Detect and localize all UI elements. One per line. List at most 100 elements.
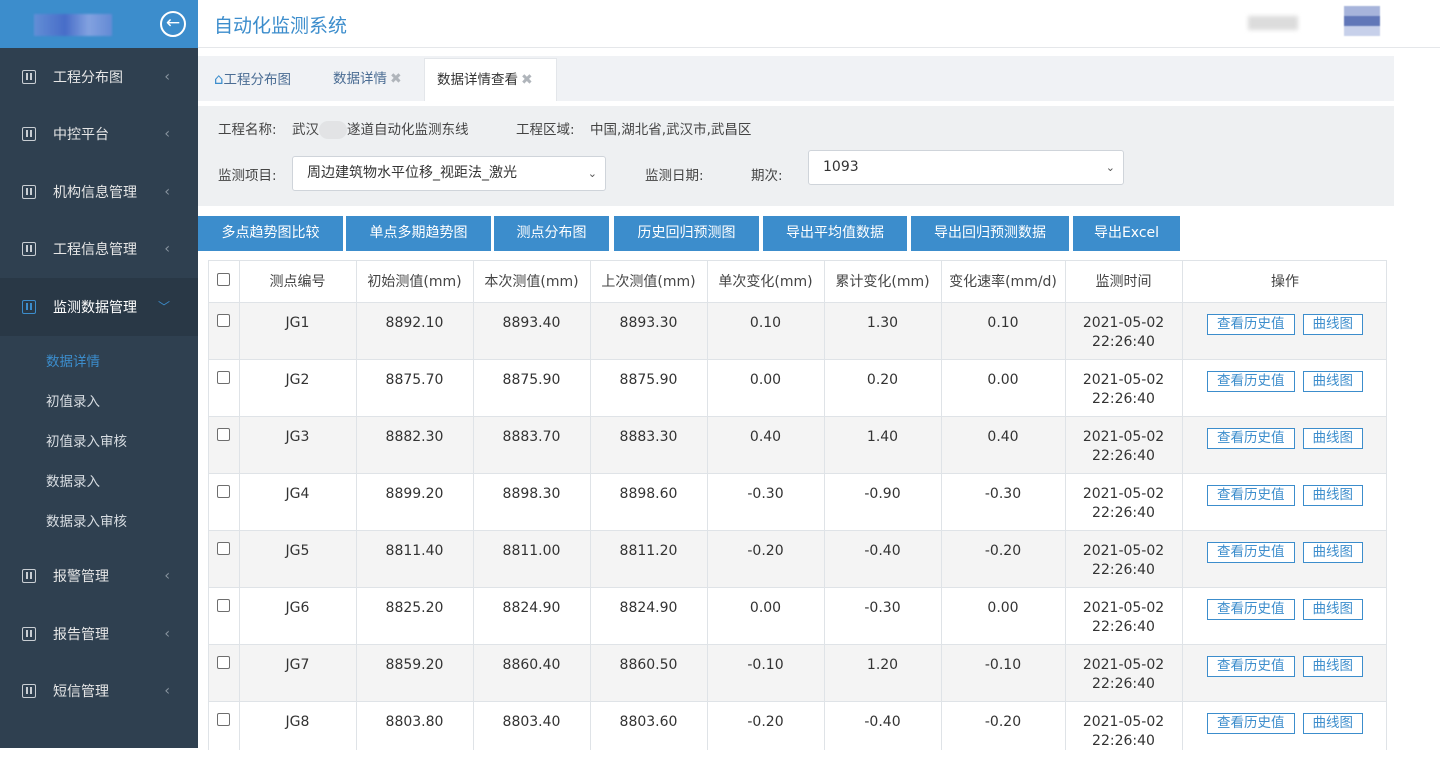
curve-chart-button[interactable]: 曲线图 (1302, 598, 1363, 620)
sidebar-item[interactable]: 监测数据管理 ﹀ (0, 278, 198, 336)
monitor-clock: 22:26:40 (1092, 390, 1155, 407)
select-all-checkbox[interactable] (217, 272, 231, 286)
grid-icon (22, 242, 36, 257)
tab-label: 数据详情查看 (437, 72, 518, 88)
row-checkbox[interactable] (217, 655, 231, 669)
monitor-item-select[interactable]: 周边建筑物水平位移_视距法_激光 ⌄ (292, 156, 606, 191)
cell-previous: 8811.20 (590, 530, 708, 588)
curve-chart-button[interactable]: 曲线图 (1302, 427, 1363, 449)
row-checkbox[interactable] (217, 598, 231, 612)
period-select[interactable]: 1093 ⌄ (808, 150, 1124, 185)
view-history-button[interactable]: 查看历史值 (1207, 427, 1295, 449)
sidebar-item[interactable]: 短信管理 ‹ (0, 663, 198, 721)
export-regression-button[interactable]: 导出回归预测数据 (911, 216, 1069, 251)
table-row: JG7 8859.20 8860.40 8860.50 -0.10 1.20 -0.10 20… (209, 644, 1386, 702)
cell-current: 8875.90 (473, 359, 591, 417)
view-history-button[interactable]: 查看历史值 (1207, 541, 1295, 563)
cell-previous: 8893.30 (590, 302, 708, 360)
submenu-item[interactable]: 数据详情 (0, 341, 198, 382)
view-history-button[interactable]: 查看历史值 (1207, 655, 1295, 677)
row-checkbox[interactable] (217, 313, 231, 327)
row-checkbox[interactable] (217, 484, 231, 498)
tab-project-map[interactable]: ⌂工程分布图 (202, 58, 303, 101)
view-history-button[interactable]: 查看历史值 (1207, 712, 1295, 734)
chevron-down-icon: ⌄ (1105, 161, 1115, 174)
view-history-button[interactable]: 查看历史值 (1207, 484, 1295, 506)
column-header: 操作 (1182, 261, 1386, 303)
close-icon[interactable]: ✖ (521, 72, 533, 88)
user-name (1248, 16, 1298, 30)
grid-icon (22, 69, 36, 84)
cell-current: 8898.30 (473, 473, 591, 531)
period-label: 期次: (751, 168, 783, 184)
point-distribution-button[interactable]: 测点分布图 (494, 216, 609, 251)
regression-prediction-button[interactable]: 历史回归预测图 (614, 216, 759, 251)
curve-chart-button[interactable]: 曲线图 (1302, 541, 1363, 563)
cell-id: JG1 (239, 302, 357, 360)
submenu-item[interactable]: 初值录入 (0, 381, 198, 422)
table-row: JG4 8899.20 8898.30 8898.60 -0.30 -0.90 -0.30 2… (209, 473, 1386, 531)
chevron-left-icon: ‹ (164, 241, 170, 258)
chevron-left-icon: ‹ (164, 183, 170, 200)
curve-chart-button[interactable]: 曲线图 (1302, 712, 1363, 734)
sidebar-item[interactable]: 中控平台 ‹ (0, 106, 198, 164)
curve-chart-button[interactable]: 曲线图 (1302, 313, 1363, 335)
cell-rate: -0.30 (941, 473, 1066, 531)
grid-icon (22, 684, 36, 699)
row-checkbox[interactable] (217, 712, 231, 726)
curve-chart-button[interactable]: 曲线图 (1302, 484, 1363, 506)
monitor-clock: 22:26:40 (1092, 447, 1155, 464)
cell-id: JG3 (239, 416, 357, 474)
top-bar: 自动化监测系统 (198, 0, 1440, 48)
monitor-clock: 22:26:40 (1092, 561, 1155, 578)
table-row: JG2 8875.70 8875.90 8875.90 0.00 0.20 0.00 2021… (209, 359, 1386, 417)
cell-single: -0.10 (707, 644, 825, 702)
cell-monitor-time: 2021-05-02 22:26:40 (1065, 530, 1183, 588)
view-history-button[interactable]: 查看历史值 (1207, 598, 1295, 620)
submenu-item[interactable]: 数据录入 (0, 461, 198, 502)
sidebar-item[interactable]: 报告管理 ‹ (0, 605, 198, 663)
cell-rate: -0.20 (941, 530, 1066, 588)
arrow-left-circle-icon[interactable]: ← (160, 11, 186, 37)
cell-initial: 8899.20 (356, 473, 474, 531)
monitor-date-label: 监测日期: (645, 168, 704, 184)
view-history-button[interactable]: 查看历史值 (1207, 370, 1295, 392)
sidebar-item[interactable]: 工程分布图 ‹ (0, 48, 198, 106)
cell-cumulative: 1.30 (824, 302, 942, 360)
project-name-label: 工程名称: (218, 122, 277, 138)
cell-rate: 0.00 (941, 359, 1066, 417)
close-icon[interactable]: ✖ (390, 71, 402, 87)
sidebar-item[interactable]: 报警管理 ‹ (0, 548, 198, 606)
chevron-left-icon: ‹ (164, 568, 170, 585)
sidebar-item[interactable]: 机构信息管理 ‹ (0, 163, 198, 221)
cell-id: JG2 (239, 359, 357, 417)
cell-operations: 查看历史值 曲线图 (1182, 644, 1386, 702)
curve-chart-button[interactable]: 曲线图 (1302, 655, 1363, 677)
avatar[interactable] (1344, 6, 1380, 36)
cell-rate: 0.00 (941, 587, 1066, 645)
row-checkbox[interactable] (217, 370, 231, 384)
tab-data-detail-view[interactable]: 数据详情查看 ✖ (424, 58, 557, 101)
multi-point-trend-button[interactable]: 多点趋势图比较 (198, 216, 343, 251)
row-checkbox[interactable] (217, 427, 231, 441)
cell-initial: 8882.30 (356, 416, 474, 474)
cell-cumulative: 0.20 (824, 359, 942, 417)
tab-bar: ⌂工程分布图 数据详情 ✖ 数据详情查看 ✖ (198, 56, 1394, 101)
view-history-button[interactable]: 查看历史值 (1207, 313, 1295, 335)
export-excel-button[interactable]: 导出Excel (1073, 216, 1180, 251)
select-all-cell (209, 261, 240, 303)
chevron-left-icon: ‹ (164, 126, 170, 143)
curve-chart-button[interactable]: 曲线图 (1302, 370, 1363, 392)
cell-operations: 查看历史值 曲线图 (1182, 473, 1386, 531)
cell-monitor-time: 2021-05-02 22:26:40 (1065, 359, 1183, 417)
sidebar-item[interactable]: 工程信息管理 ‹ (0, 221, 198, 279)
submenu-item[interactable]: 初值录入审核 (0, 421, 198, 462)
monitor-clock: 22:26:40 (1092, 504, 1155, 521)
table-row: JG5 8811.40 8811.00 8811.20 -0.20 -0.40 -0.20 2… (209, 530, 1386, 588)
export-average-button[interactable]: 导出平均值数据 (763, 216, 907, 251)
submenu-item[interactable]: 数据录入审核 (0, 501, 198, 542)
row-checkbox[interactable] (217, 541, 231, 555)
single-point-trend-button[interactable]: 单点多期趋势图 (346, 216, 491, 251)
monitor-clock: 22:26:40 (1092, 675, 1155, 692)
tab-data-detail[interactable]: 数据详情 ✖ (321, 58, 414, 101)
